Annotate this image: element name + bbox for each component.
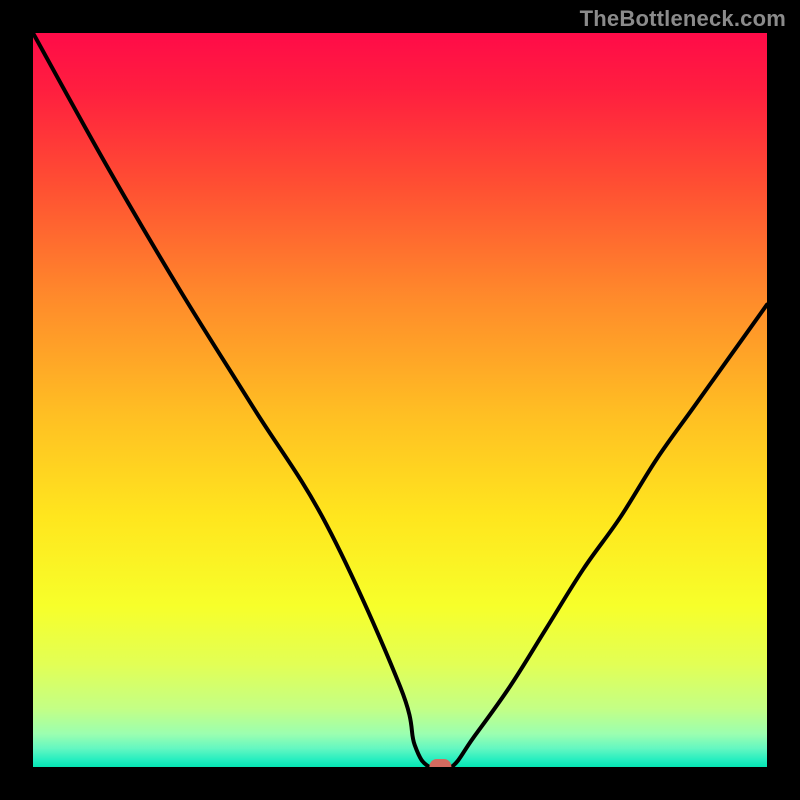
watermark-text: TheBottleneck.com (580, 6, 786, 32)
bottleneck-plot (33, 33, 767, 767)
chart-frame: TheBottleneck.com (0, 0, 800, 800)
